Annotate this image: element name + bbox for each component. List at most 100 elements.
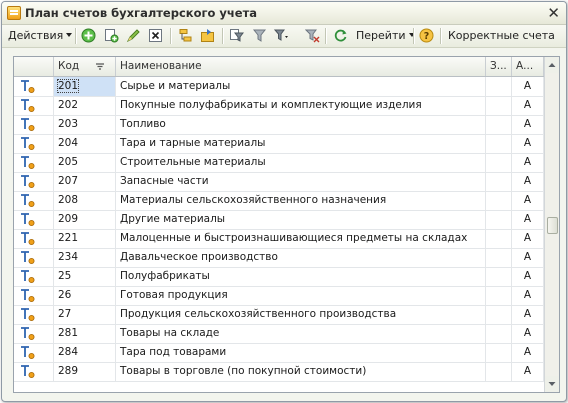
code-cell[interactable]: 202 [54,96,116,115]
name-cell[interactable]: Топливо [116,115,486,134]
table-row[interactable]: 208 Материалы сельскохозяйственного назна… [14,191,544,211]
scroll-up-button[interactable] [545,57,559,73]
filter-icon[interactable] [229,28,244,43]
z-cell[interactable] [486,77,512,96]
a-cell[interactable]: А [512,343,544,362]
edit-icon[interactable] [126,28,141,43]
table-row[interactable]: 209 Другие материалы А [14,210,544,230]
filter-dropdown-icon[interactable] [274,28,289,43]
name-cell[interactable]: Полуфабрикаты [116,267,486,286]
a-cell[interactable]: А [512,96,544,115]
header-code[interactable]: Код [54,57,116,76]
z-cell[interactable] [486,191,512,210]
actions-menu-button[interactable]: Действия [8,27,73,45]
name-cell[interactable]: Тара под товарами [116,343,486,362]
name-cell[interactable]: Запасные части [116,172,486,191]
z-cell[interactable] [486,229,512,248]
z-cell[interactable] [486,362,512,381]
code-cell[interactable]: 25 [54,267,116,286]
name-cell[interactable]: Продукция сельскохозяйственного производ… [116,305,486,324]
table-row[interactable]: 25 Полуфабрикаты А [14,267,544,287]
a-cell[interactable]: А [512,153,544,172]
code-cell[interactable]: 201 [54,77,116,96]
z-cell[interactable] [486,286,512,305]
name-cell[interactable]: Товары в торговле (по покупной стоимости… [116,362,486,381]
code-cell[interactable]: 208 [54,191,116,210]
header-a[interactable]: А... [512,57,544,76]
vertical-scrollbar[interactable] [544,57,559,392]
code-cell[interactable]: 26 [54,286,116,305]
table-row[interactable]: 27 Продукция сельскохозяйственного произв… [14,305,544,325]
name-cell[interactable]: Тара и тарные материалы [116,134,486,153]
code-cell[interactable]: 205 [54,153,116,172]
a-cell[interactable]: А [512,229,544,248]
code-cell[interactable]: 234 [54,248,116,267]
hierarchy-icon[interactable] [178,28,193,43]
z-cell[interactable] [486,305,512,324]
code-cell[interactable]: 284 [54,343,116,362]
name-cell[interactable]: Покупные полуфабрикаты и комплектующие и… [116,96,486,115]
a-cell[interactable]: А [512,248,544,267]
close-button[interactable]: ✕ [547,3,560,23]
code-cell[interactable]: 203 [54,115,116,134]
z-cell[interactable] [486,172,512,191]
name-cell[interactable]: Сырье и материалы [116,77,486,96]
a-cell[interactable]: А [512,115,544,134]
code-cell[interactable]: 281 [54,324,116,343]
refresh-icon[interactable] [333,28,348,43]
name-cell[interactable]: Готовая продукция [116,286,486,305]
help-icon[interactable]: ? [419,28,434,43]
table-row[interactable]: 201 Сырье и материалы А [14,77,544,97]
table-row[interactable]: 202 Покупные полуфабрикаты и комплектующи… [14,96,544,116]
a-cell[interactable]: А [512,191,544,210]
a-cell[interactable]: А [512,77,544,96]
name-cell[interactable]: Строительные материалы [116,153,486,172]
z-cell[interactable] [486,267,512,286]
table-row[interactable]: 284 Тара под товарами А [14,343,544,363]
code-cell[interactable]: 209 [54,210,116,229]
a-cell[interactable]: А [512,210,544,229]
z-cell[interactable] [486,96,512,115]
z-cell[interactable] [486,248,512,267]
move-to-group-icon[interactable] [200,28,215,43]
add-icon[interactable] [81,28,96,43]
table-row[interactable]: 281 Товары на складе А [14,324,544,344]
z-cell[interactable] [486,210,512,229]
a-cell[interactable]: А [512,324,544,343]
name-cell[interactable]: Другие материалы [116,210,486,229]
z-cell[interactable] [486,134,512,153]
a-cell[interactable]: А [512,134,544,153]
filter-by-value-icon[interactable] [252,28,267,43]
scroll-thumb[interactable] [547,217,558,234]
table-row[interactable]: 289 Товары в торговле (по покупной стоимо… [14,362,544,382]
z-cell[interactable] [486,324,512,343]
header-name[interactable]: Наименование [116,57,486,76]
a-cell[interactable]: А [512,286,544,305]
table-row[interactable]: 234 Давальческое производство А [14,248,544,268]
table-row[interactable]: 203 Топливо А [14,115,544,135]
clear-filter-icon[interactable] [305,28,320,43]
name-cell[interactable]: Материалы сельскохозяйственного назначен… [116,191,486,210]
code-cell[interactable]: 27 [54,305,116,324]
delete-icon[interactable] [148,28,163,43]
z-cell[interactable] [486,153,512,172]
correct-accounts-button[interactable]: Корректные счета [448,27,555,45]
table-row[interactable]: 204 Тара и тарные материалы А [14,134,544,154]
a-cell[interactable]: А [512,305,544,324]
code-cell[interactable]: 207 [54,172,116,191]
name-cell[interactable]: Давальческое производство [116,248,486,267]
table-row[interactable]: 26 Готовая продукция А [14,286,544,306]
code-cell[interactable]: 204 [54,134,116,153]
header-icon-column[interactable] [14,57,54,76]
code-cell[interactable]: 221 [54,229,116,248]
header-z[interactable]: З... [486,57,512,76]
table-row[interactable]: 221 Малоценные и быстроизнашивающиеся пре… [14,229,544,249]
name-cell[interactable]: Малоценные и быстроизнашивающиеся предме… [116,229,486,248]
code-cell[interactable]: 289 [54,362,116,381]
table-row[interactable]: 205 Строительные материалы А [14,153,544,173]
scroll-down-button[interactable] [545,376,559,392]
a-cell[interactable]: А [512,267,544,286]
name-cell[interactable]: Товары на складе [116,324,486,343]
goto-menu-button[interactable]: Перейти [356,27,415,45]
copy-icon[interactable] [104,28,119,43]
